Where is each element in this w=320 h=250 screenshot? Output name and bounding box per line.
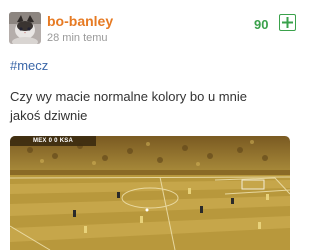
home-score: 0 — [48, 138, 53, 144]
away-team: KSA — [59, 138, 73, 144]
tag-link[interactable]: #mecz — [10, 58, 48, 73]
post-card: bo-banley 28 min temu 90 #mecz Czy wy ma… — [0, 0, 300, 250]
post-time: 28 min temu — [47, 32, 108, 44]
scoreboard-overlay: MEX 0 0 KSA — [10, 136, 96, 146]
cat-avatar-icon — [9, 12, 41, 44]
vote-count: 90 — [254, 17, 269, 32]
author-name[interactable]: bo-banley — [47, 13, 113, 29]
post-body: Czy wy macie normalne kolory bo u mnie j… — [10, 89, 247, 123]
post-image[interactable]: MEX 0 0 KSA — [10, 136, 290, 250]
away-score: 0 — [54, 138, 58, 144]
plus-icon — [282, 17, 293, 28]
avatar[interactable] — [9, 12, 41, 44]
upvote-button[interactable] — [279, 14, 296, 31]
home-team: MEX — [33, 138, 47, 144]
football-pitch-image — [10, 136, 290, 250]
